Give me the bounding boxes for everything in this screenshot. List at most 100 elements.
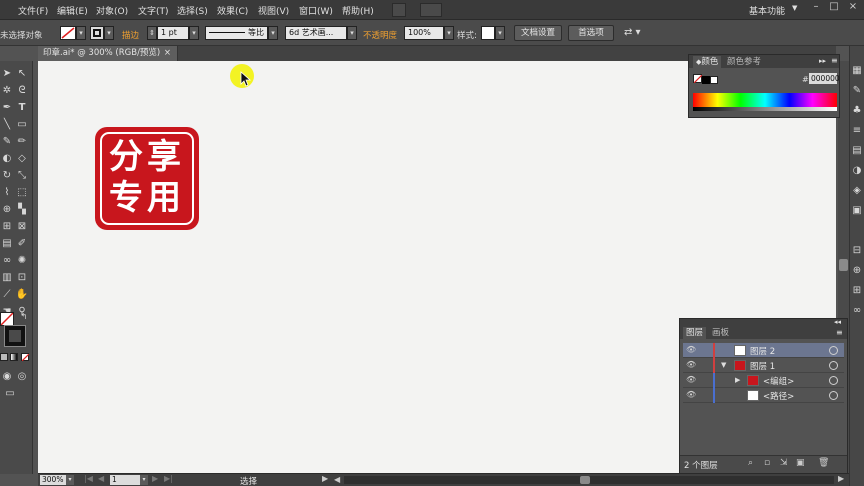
free-transform-tool-icon[interactable]: ⬚ — [15, 186, 29, 200]
color-none-swatch[interactable] — [693, 74, 702, 83]
minimize-icon[interactable]: – — [806, 0, 826, 16]
gradient-tool-icon[interactable]: ▤ — [0, 237, 14, 251]
links-panel-icon[interactable]: ∞ — [850, 304, 864, 318]
target-icon[interactable] — [829, 376, 838, 385]
layer-name[interactable]: <路径> — [763, 390, 794, 402]
graphic-styles-panel-icon[interactable]: ▣ — [850, 204, 864, 218]
layer-name[interactable]: <编组> — [763, 375, 794, 387]
menu-type[interactable]: 文字(T) — [138, 4, 169, 17]
pencil-tool-icon[interactable]: ✏ — [15, 135, 29, 149]
layer-name[interactable]: 图层 2 — [750, 345, 775, 357]
menu-view[interactable]: 视图(V) — [258, 4, 289, 17]
stroke-swatch[interactable] — [90, 26, 104, 40]
appearance-panel-icon[interactable]: ◈ — [850, 184, 864, 198]
menu-file[interactable]: 文件(F) — [18, 4, 48, 17]
width-tool-icon[interactable]: ⌇ — [0, 186, 14, 200]
artboard-tool-icon[interactable]: ⊡ — [15, 271, 29, 285]
next-artboard-icon[interactable]: ▶ — [152, 474, 158, 483]
stroke-weight-input[interactable]: 1 pt — [157, 26, 189, 40]
arrange-documents-button[interactable] — [420, 3, 442, 17]
menu-edit[interactable]: 编辑(E) — [57, 4, 88, 17]
perspective-grid-tool-icon[interactable]: ⊞ — [0, 220, 14, 234]
swap-colors-icon[interactable]: ↰ — [17, 310, 31, 324]
color-mode-icon[interactable] — [0, 353, 8, 361]
layer-name[interactable]: 图层 1 — [750, 360, 775, 372]
clipping-mask-icon[interactable]: ▫ — [764, 458, 770, 468]
new-layer-icon[interactable]: ▣ — [796, 458, 805, 468]
menu-effect[interactable]: 效果(C) — [217, 4, 248, 17]
document-tab[interactable]: 印章.ai* @ 300% (RGB/预览) × — [38, 46, 178, 61]
shape-builder-tool-icon[interactable]: ⊕ — [0, 203, 14, 217]
layer-row-2[interactable]: 👁 图层 2 — [683, 343, 844, 358]
blend-tool-icon[interactable]: ∞ — [0, 254, 14, 268]
layer-row-1[interactable]: 👁 ▼ 图层 1 — [683, 358, 844, 373]
color-spectrum[interactable] — [693, 93, 837, 107]
live-paint-tool-icon[interactable]: ▚ — [15, 203, 29, 217]
last-artboard-icon[interactable]: ▶| — [164, 474, 173, 483]
eye-icon[interactable]: 👁 — [686, 361, 696, 369]
eye-icon[interactable]: 👁 — [686, 391, 696, 399]
zoom-dropdown-icon[interactable]: ▾ — [66, 475, 74, 485]
magic-wand-tool-icon[interactable]: ✲ — [0, 84, 14, 98]
panel-menu-icon[interactable]: ⇄ ▾ — [624, 27, 641, 38]
close-window-icon[interactable]: × — [843, 0, 863, 16]
fill-color-box[interactable] — [0, 312, 14, 326]
blob-brush-tool-icon[interactable]: ◐ — [0, 152, 14, 166]
stroke-weight-stepper[interactable]: ⇕ — [147, 26, 157, 40]
scale-tool-icon[interactable]: ⤡ — [15, 169, 29, 183]
graphic-style-swatch[interactable] — [481, 26, 495, 40]
gradient-panel-icon[interactable]: ▤ — [850, 144, 864, 158]
type-tool-icon[interactable]: T — [15, 101, 29, 115]
slice-tool-icon[interactable]: ⟋ — [0, 288, 14, 302]
eye-icon[interactable]: 👁 — [686, 376, 696, 384]
lasso-tool-icon[interactable]: ᘓ — [15, 84, 29, 98]
stroke-panel-icon[interactable]: ≡ — [850, 124, 864, 138]
document-setup-button[interactable]: 文档设置 — [514, 25, 562, 41]
workspace-switcher[interactable]: 基本功能 — [749, 4, 785, 17]
triangle-icon[interactable]: ▶ — [735, 376, 740, 384]
stroke-profile-dropdown-icon[interactable]: ▾ — [268, 26, 278, 40]
artboard-dropdown-icon[interactable]: ▾ — [140, 475, 148, 485]
screen-mode-icon[interactable]: ▭ — [3, 387, 17, 401]
target-icon[interactable] — [829, 361, 838, 370]
draw-behind-icon[interactable]: ◎ — [15, 370, 29, 384]
tab-artboards[interactable]: 画板 — [712, 327, 729, 339]
menu-select[interactable]: 选择(S) — [177, 4, 208, 17]
symbol-sprayer-tool-icon[interactable]: ✺ — [15, 254, 29, 268]
mesh-tool-icon[interactable]: ⊠ — [15, 220, 29, 234]
swatches-panel-icon[interactable]: ▦ — [850, 64, 864, 78]
new-sublayer-icon[interactable]: ⇲ — [780, 458, 788, 468]
stroke-link[interactable]: 描边 — [122, 29, 139, 41]
scroll-left-icon[interactable]: ◀ — [334, 476, 340, 484]
menu-object[interactable]: 对象(O) — [96, 4, 128, 17]
color-spectrum-grayscale[interactable] — [693, 107, 837, 111]
rectangle-tool-icon[interactable]: ▭ — [15, 118, 29, 132]
fill-dropdown-icon[interactable]: ▾ — [76, 26, 86, 40]
horizontal-scroll-thumb[interactable] — [580, 476, 590, 484]
gradient-mode-icon[interactable] — [10, 353, 18, 361]
pen-tool-icon[interactable]: ✒ — [0, 101, 14, 115]
artboard-number-input[interactable]: 1 — [110, 475, 140, 485]
color-black-swatch[interactable] — [702, 76, 710, 84]
workspace-dropdown-icon[interactable]: ▼ — [792, 4, 797, 12]
brushes-panel-icon[interactable]: ✎ — [850, 84, 864, 98]
direct-selection-tool-icon[interactable]: ↖ — [15, 67, 29, 81]
color-white-swatch[interactable] — [710, 76, 718, 84]
menu-help[interactable]: 帮助(H) — [342, 4, 374, 17]
horizontal-scrollbar[interactable] — [344, 476, 834, 484]
opacity-link[interactable]: 不透明度 — [363, 29, 397, 41]
eyedropper-tool-icon[interactable]: ✐ — [15, 237, 29, 251]
draw-normal-icon[interactable]: ◉ — [0, 370, 14, 384]
eraser-tool-icon[interactable]: ◇ — [15, 152, 29, 166]
panel-collapse-icon[interactable]: ▸▸ — [819, 55, 826, 67]
stroke-profile-select[interactable]: 等比 — [205, 26, 268, 40]
triangle-icon[interactable]: ▼ — [721, 361, 726, 369]
tab-color-guide[interactable]: 颜色参考 — [727, 56, 761, 68]
layers-options-icon[interactable]: ≡ — [836, 327, 843, 339]
selection-tool-icon[interactable]: ➤ — [0, 67, 14, 81]
previous-artboard-icon[interactable]: ◀ — [98, 474, 104, 483]
stroke-weight-dropdown-icon[interactable]: ▾ — [189, 26, 199, 40]
symbols-panel-icon[interactable]: ♣ — [850, 104, 864, 118]
tab-color[interactable]: ◆颜色 — [693, 56, 722, 68]
scroll-right-icon[interactable]: ▶ — [838, 474, 844, 483]
